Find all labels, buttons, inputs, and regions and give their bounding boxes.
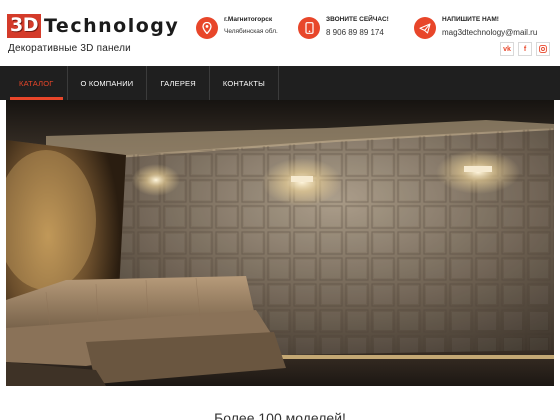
hero-image [6, 100, 554, 386]
tagline: Декоративные 3D панели [8, 43, 131, 54]
email-title: НАПИШИТЕ НАМ! [442, 16, 499, 23]
nav-item-about[interactable]: О КОМПАНИИ [68, 66, 148, 100]
instagram-icon[interactable] [536, 42, 550, 56]
models-heading: Более 100 моделей! [214, 410, 346, 420]
map-pin-icon [196, 17, 218, 39]
vk-icon[interactable]: vk [500, 42, 514, 56]
main-nav: КАТАЛОГ О КОМПАНИИ ГАЛЕРЕЯ КОНТАКТЫ [0, 66, 560, 100]
location-region: Челябинская обл. [224, 28, 278, 35]
phone-icon [298, 17, 320, 39]
logo-wordmark: Technology [44, 15, 180, 37]
nav-item-gallery[interactable]: ГАЛЕРЕЯ [147, 66, 210, 100]
site-header: 3D Technology Декоративные 3D панели г.М… [0, 0, 560, 66]
contact-location: г.Магнитогорск Челябинская обл. [196, 14, 278, 39]
nav-item-contacts[interactable]: КОНТАКТЫ [210, 66, 279, 100]
contact-phone: ЗВОНИТЕ СЕЙЧАС! 8 906 89 89 174 [298, 14, 389, 39]
facebook-icon[interactable]: f [518, 42, 532, 56]
social-links: vk f [500, 42, 550, 56]
logo-mark: 3D [7, 14, 41, 38]
logo[interactable]: 3D Technology [7, 14, 179, 38]
location-city: г.Магнитогорск [224, 16, 273, 23]
email-address[interactable]: mag3dtechnology@mail.ru [442, 27, 537, 39]
contact-email: НАПИШИТЕ НАМ! mag3dtechnology@mail.ru [414, 14, 537, 39]
nav-item-catalog[interactable]: КАТАЛОГ [6, 66, 68, 100]
phone-title: ЗВОНИТЕ СЕЙЧАС! [326, 16, 389, 23]
phone-number[interactable]: 8 906 89 89 174 [326, 27, 389, 39]
send-icon [414, 17, 436, 39]
